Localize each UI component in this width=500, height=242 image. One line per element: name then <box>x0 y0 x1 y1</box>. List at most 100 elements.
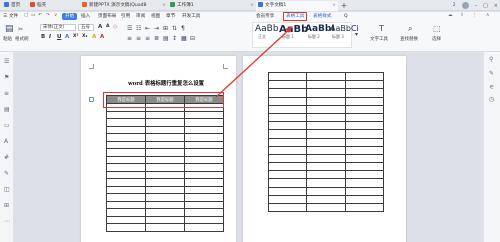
table-row[interactable] <box>106 178 224 187</box>
table-cell[interactable] <box>306 186 346 196</box>
table-cell[interactable] <box>106 170 146 179</box>
table-cell[interactable] <box>344 178 385 188</box>
table-cell[interactable] <box>344 88 385 98</box>
numbering-icon[interactable]: ☷ <box>136 25 141 32</box>
table-cell[interactable] <box>344 186 385 196</box>
close-icon[interactable]: × <box>332 1 336 11</box>
nav-pane-icon[interactable]: ☰ <box>4 58 9 65</box>
table-row[interactable] <box>267 137 385 147</box>
table-cell[interactable] <box>306 104 346 114</box>
table-row[interactable] <box>106 125 224 134</box>
table-cell[interactable] <box>344 170 385 180</box>
table-cell[interactable] <box>145 185 185 194</box>
table-cell[interactable] <box>344 194 385 205</box>
table-cell[interactable] <box>344 112 385 123</box>
table-cell[interactable] <box>145 223 185 232</box>
find-replace-label[interactable]: 查找替换 <box>400 36 418 42</box>
clear-format-icon[interactable]: ◇ <box>113 24 117 30</box>
menu-references[interactable]: 引用 <box>121 13 130 20</box>
table-row[interactable] <box>106 223 224 232</box>
text-tools-label[interactable]: 文字工具 <box>370 36 388 42</box>
justify-icon[interactable]: ≣ <box>154 35 159 42</box>
table-row[interactable] <box>267 170 385 180</box>
style-pane-icon[interactable]: A <box>4 138 8 145</box>
table-cell[interactable] <box>267 178 308 188</box>
table-cell[interactable] <box>267 153 308 164</box>
table-cell[interactable] <box>267 96 308 106</box>
table-row[interactable] <box>106 208 224 217</box>
chinese-layout-icon[interactable]: ⊞ <box>163 25 168 32</box>
table-cell[interactable] <box>106 110 146 119</box>
superscript-icon[interactable]: X² <box>73 34 78 39</box>
table-cell[interactable] <box>344 162 385 172</box>
table-cell[interactable] <box>145 208 185 217</box>
table-cell[interactable] <box>306 137 346 147</box>
table-cell[interactable] <box>184 148 224 157</box>
subscript-icon[interactable]: X₂ <box>82 34 87 39</box>
style-normal-preview[interactable]: AaBb <box>255 24 279 34</box>
table-cell[interactable] <box>267 80 308 90</box>
table-row[interactable] <box>106 193 224 202</box>
tab-workbook[interactable]: 工作簿1 × <box>168 1 256 11</box>
table-cell[interactable] <box>306 162 346 172</box>
bold-icon[interactable]: B <box>41 34 45 40</box>
table-cell[interactable] <box>184 133 224 142</box>
table-cell[interactable] <box>184 170 224 179</box>
word-count-icon[interactable]: # <box>4 154 9 161</box>
table-cell[interactable] <box>267 170 308 180</box>
tab-writer-doc[interactable]: 文字文稿1 × <box>256 1 338 11</box>
table-cell[interactable] <box>344 96 385 106</box>
text-tools-icon[interactable]: T <box>379 24 384 33</box>
table-cell[interactable] <box>267 104 308 114</box>
table-row[interactable] <box>106 148 224 157</box>
decrease-indent-icon[interactable]: ⇤ <box>145 25 150 32</box>
share-icon[interactable]: ⇪ <box>460 13 464 18</box>
table-cell[interactable] <box>184 163 224 172</box>
table-row[interactable] <box>106 118 224 127</box>
table-row[interactable] <box>267 129 385 139</box>
table-cell[interactable] <box>184 178 224 187</box>
table-cell[interactable] <box>306 112 346 123</box>
table-cell[interactable] <box>145 118 185 127</box>
table-cell[interactable] <box>267 88 308 98</box>
filter-icon[interactable]: ⚲ <box>489 56 493 63</box>
table-cell[interactable] <box>267 186 308 196</box>
menu-member[interactable]: 会员专享 <box>256 13 274 20</box>
italic-icon[interactable]: I <box>49 34 51 40</box>
grow-font-icon[interactable]: A <box>98 24 102 30</box>
table-cell[interactable] <box>306 145 346 155</box>
history-icon[interactable]: ◷ <box>489 96 494 103</box>
table-cell[interactable] <box>184 193 224 202</box>
table-cell[interactable] <box>184 118 224 127</box>
tab-docer[interactable]: 稻壳 <box>28 1 80 11</box>
table-row[interactable] <box>267 71 385 82</box>
table-cell[interactable] <box>344 145 385 155</box>
menu-developer[interactable]: 开发工具 <box>182 13 200 20</box>
table-row[interactable] <box>106 185 224 194</box>
line-spacing-icon[interactable]: ↕ <box>172 35 177 42</box>
table-row[interactable] <box>267 88 385 98</box>
table-cell[interactable] <box>106 118 146 127</box>
table-row[interactable] <box>267 96 385 106</box>
tab-home[interactable]: 首页 <box>2 1 28 11</box>
distributed-icon[interactable]: ▤ <box>163 35 169 42</box>
shading-icon[interactable]: ▦ <box>181 35 187 42</box>
table-row[interactable] <box>267 202 385 213</box>
table-cell[interactable] <box>344 137 385 147</box>
more-tools-icon[interactable]: ⋯ <box>4 218 10 225</box>
table-cell[interactable] <box>306 194 346 205</box>
table-row[interactable] <box>267 112 385 123</box>
underline-icon[interactable]: U <box>57 34 61 40</box>
table-cell[interactable] <box>267 202 308 213</box>
table-move-handle-icon[interactable] <box>89 97 94 102</box>
close-window-icon[interactable]: × <box>494 3 498 9</box>
borders-icon[interactable]: ⊟ <box>190 35 195 42</box>
table-cell[interactable] <box>106 200 146 209</box>
table-row[interactable] <box>267 178 385 188</box>
select-icon[interactable]: ⬚ <box>433 24 441 33</box>
table-cell[interactable] <box>306 170 346 180</box>
table-cell[interactable] <box>184 215 224 224</box>
table-cell[interactable] <box>106 208 146 217</box>
table-cell[interactable] <box>106 193 146 202</box>
table-cell[interactable] <box>267 112 308 123</box>
